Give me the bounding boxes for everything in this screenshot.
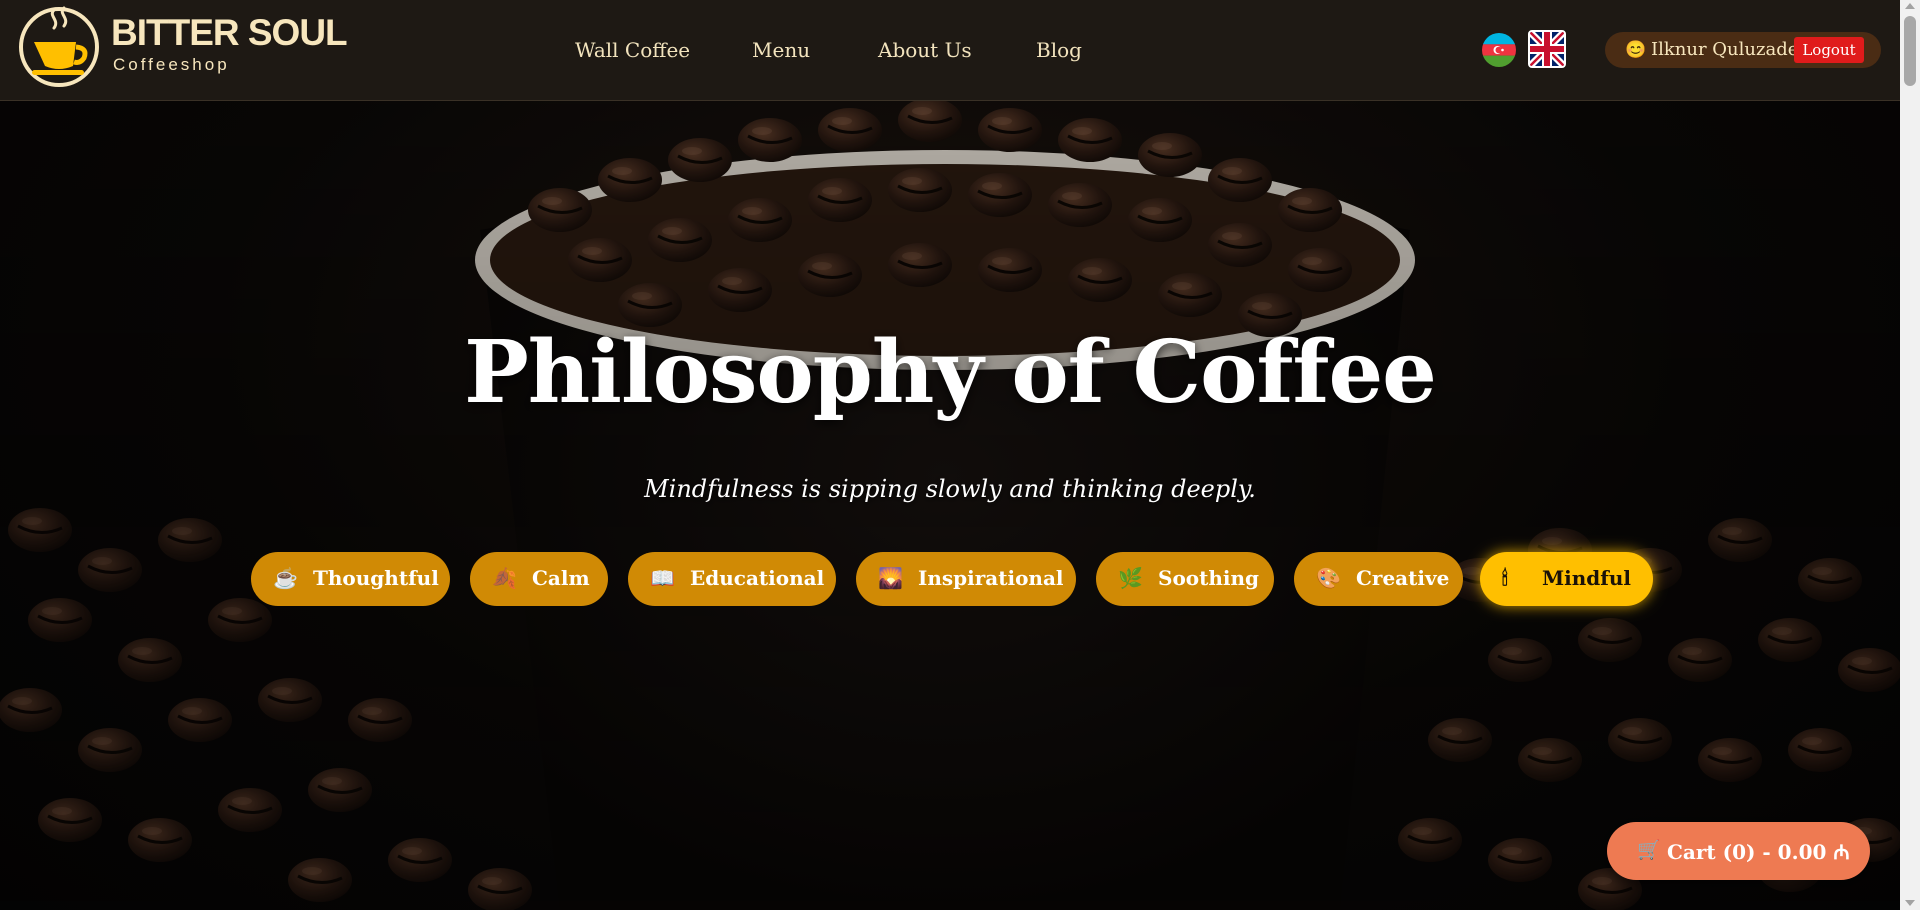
brand-name[interactable]: BITTER SOUL [111,12,348,54]
site-header: BITTER SOUL Coffeeshop Wall Coffee Menu … [0,0,1900,101]
uk-flag-icon[interactable] [1528,30,1566,68]
scroll-down-arrow-icon[interactable] [1905,900,1915,906]
mood-label: Creative [1356,566,1450,590]
scroll-up-arrow-icon[interactable] [1905,3,1915,9]
brand-subtitle: Coffeeshop [113,55,230,74]
hero-subtitle: Mindfulness is sipping slowly and thinki… [644,475,1256,503]
mood-button-thoughtful[interactable]: ☕ Thoughtful [251,552,450,606]
candle-icon: 🕯 [1502,566,1508,590]
user-name: Ilknur Quluzade [1651,39,1799,60]
user-menu: 😊 Ilknur Quluzade Logout [1605,32,1881,68]
leaf-icon: 🍂 [492,566,517,590]
scroll-thumb[interactable] [1904,16,1916,86]
mood-label: Inspirational [918,566,1064,590]
nav-link-menu[interactable]: Menu [752,38,810,62]
mood-button-educational[interactable]: 📖 Educational [628,552,836,606]
mood-label: Mindful [1542,566,1632,590]
sunrise-icon: 🌄 [878,566,903,590]
hero-overlay [0,100,1900,910]
az-flag-icon[interactable] [1482,33,1516,67]
mood-button-calm[interactable]: 🍂 Calm [470,552,608,606]
mood-label: Thoughtful [313,566,439,590]
mood-button-creative[interactable]: 🎨 Creative [1294,552,1463,606]
nav-link-wall-coffee[interactable]: Wall Coffee [575,38,690,62]
palette-icon: 🎨 [1316,566,1341,590]
logout-button[interactable]: Logout [1794,37,1864,63]
mood-button-inspirational[interactable]: 🌄 Inspirational [856,552,1076,606]
mood-button-mindful[interactable]: 🕯 Mindful [1480,552,1653,606]
mood-label: Soothing [1158,566,1260,590]
cart-label: Cart (0) - 0.00 ₼ [1667,840,1850,864]
cart-button[interactable]: 🛒 Cart (0) - 0.00 ₼ [1607,822,1870,880]
mood-label: Educational [690,566,825,590]
mood-button-soothing[interactable]: 🌿 Soothing [1096,552,1274,606]
page-scrollbar[interactable] [1900,0,1920,910]
mood-label: Calm [532,566,590,590]
coffee-cup-logo-icon[interactable] [18,6,100,88]
hero-section: Philosophy of Coffee Mindfulness is sipp… [0,100,1900,910]
coffee-icon: ☕ [273,566,298,590]
smile-icon: 😊 [1625,40,1647,60]
nav-link-blog[interactable]: Blog [1036,38,1082,62]
cart-icon: 🛒 [1637,839,1661,861]
hero-title: Philosophy of Coffee [464,322,1437,423]
nav-link-about-us[interactable]: About Us [878,38,972,62]
book-icon: 📖 [650,566,675,590]
herb-icon: 🌿 [1118,566,1143,590]
